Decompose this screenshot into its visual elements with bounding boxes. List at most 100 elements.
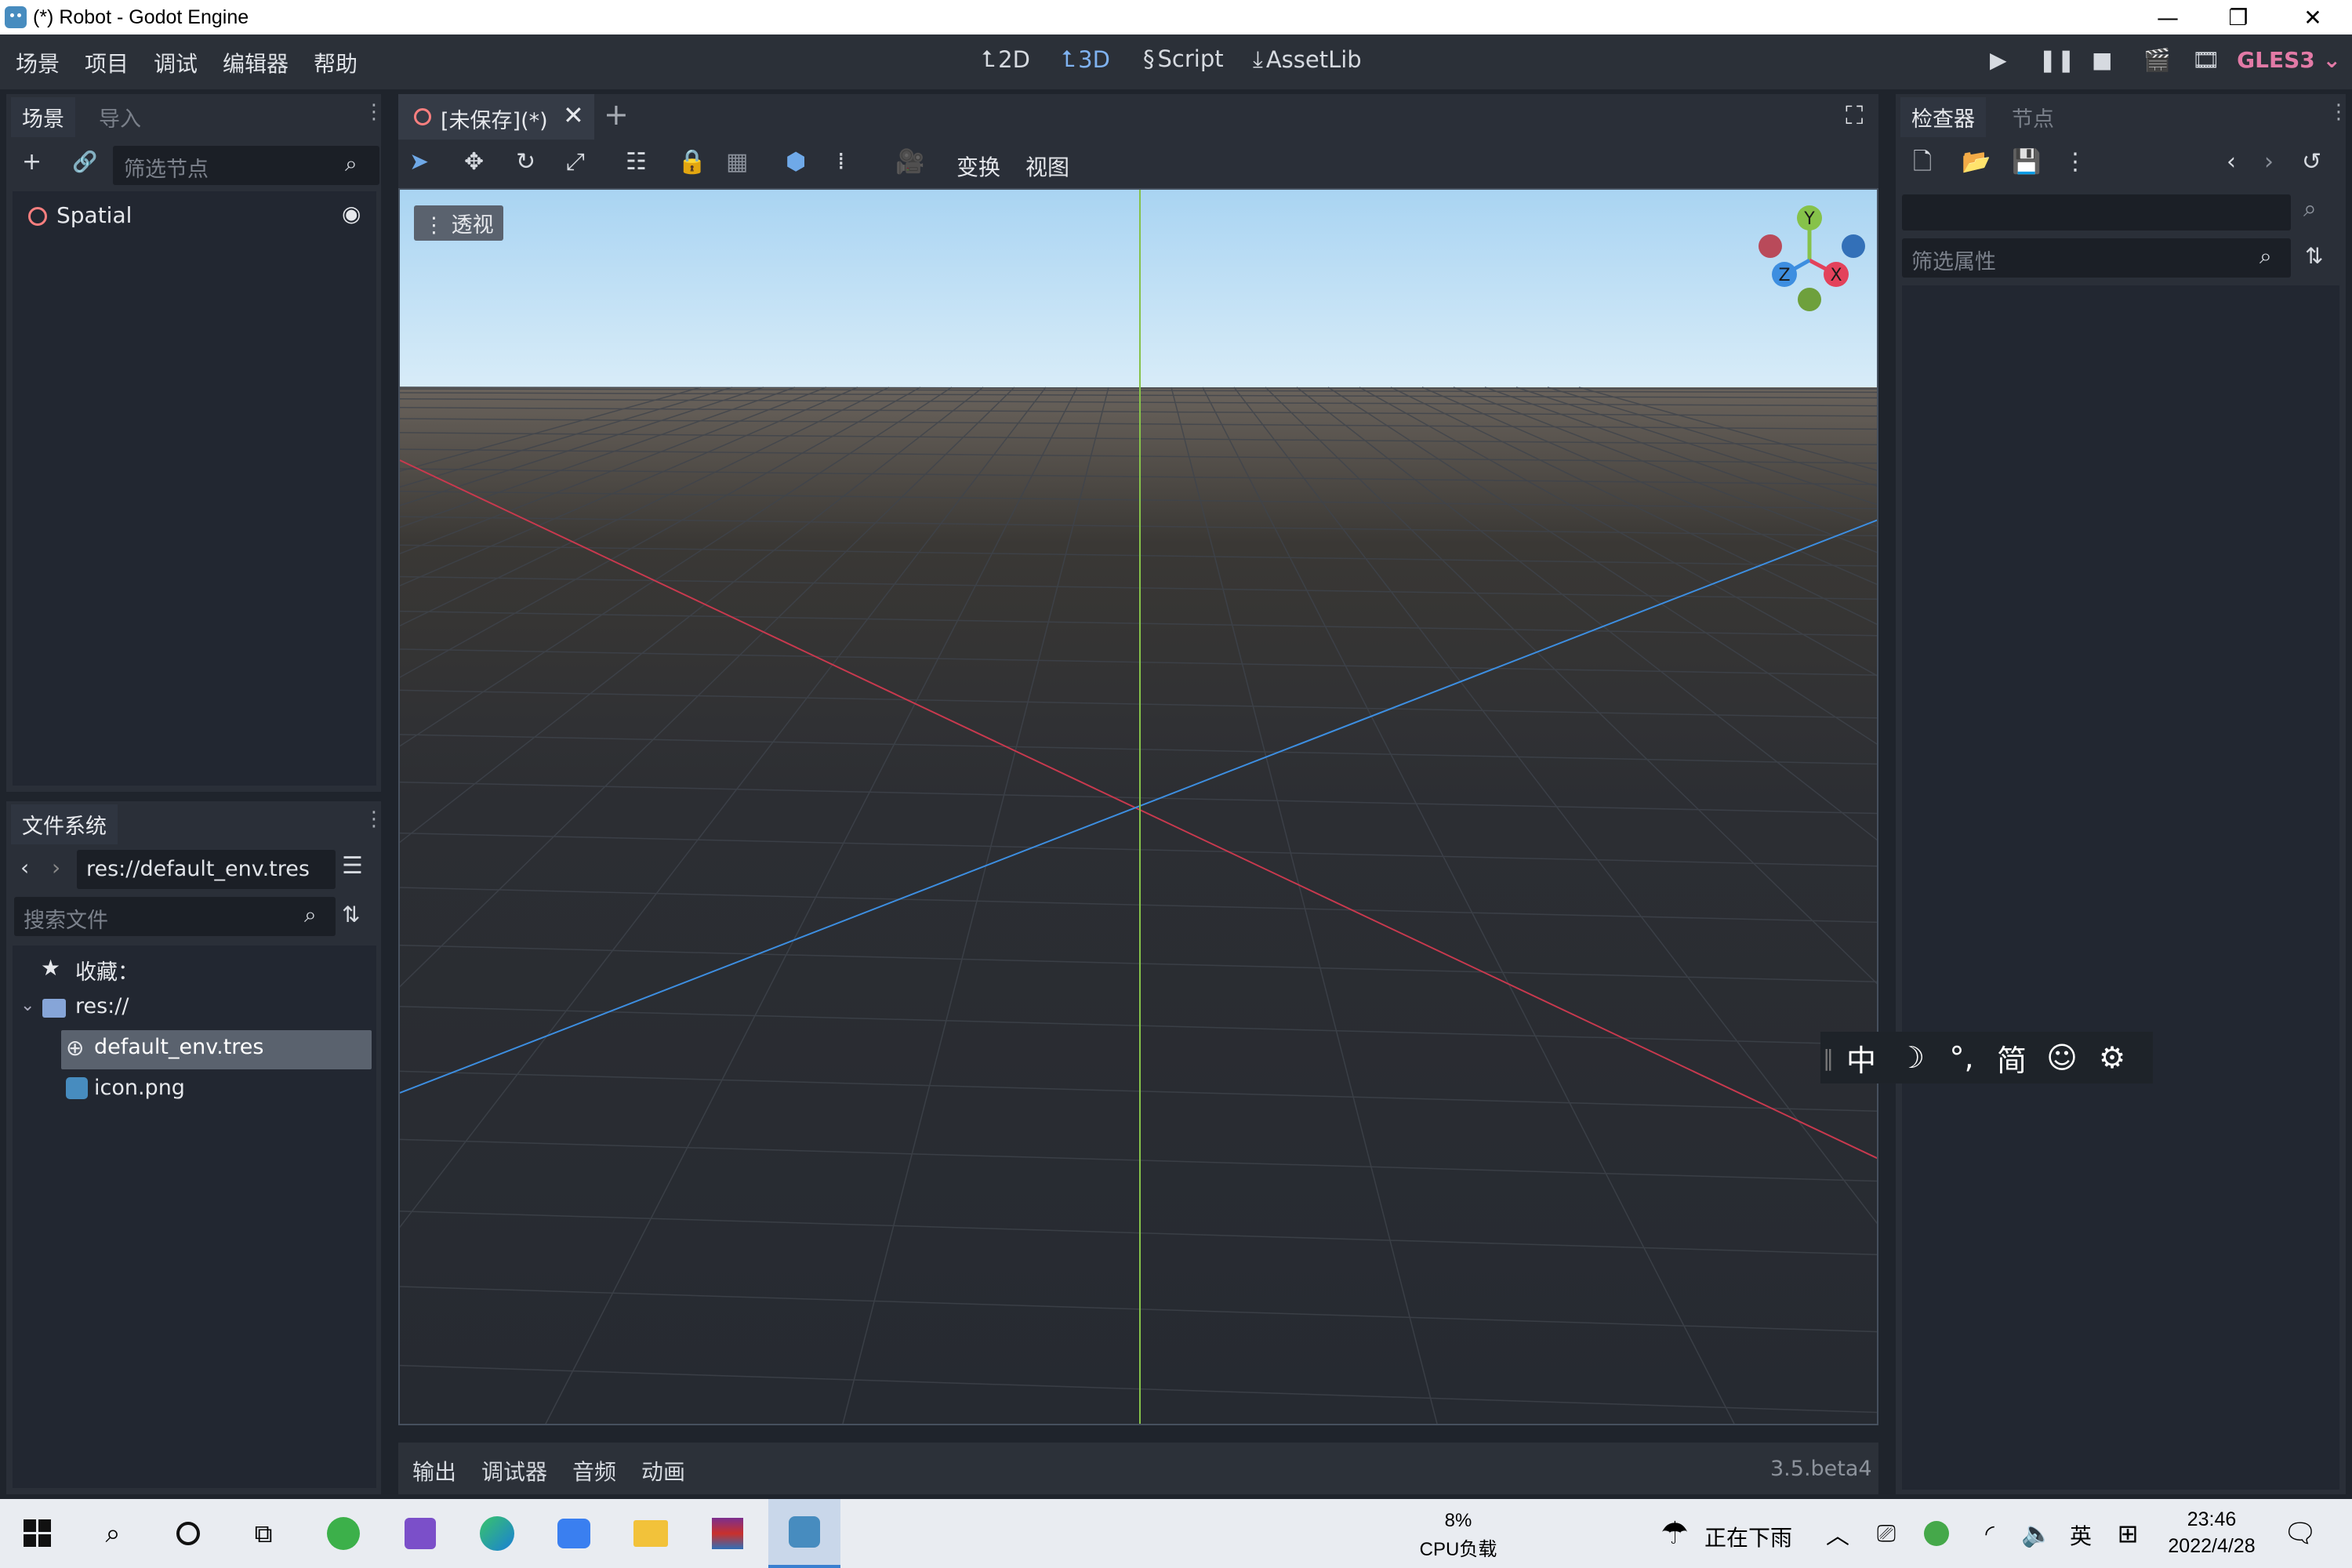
move-tool-icon[interactable]: ✥ [464, 151, 484, 174]
clock-date[interactable]: 2022/4/28 [2161, 1535, 2263, 1558]
forward-icon[interactable]: › [52, 856, 60, 880]
menu-editor[interactable]: 编辑器 [223, 47, 289, 78]
sort-icon[interactable]: ⇅ [342, 903, 360, 927]
history-back-icon[interactable]: ‹ [2227, 151, 2236, 174]
edge-icon[interactable] [477, 1513, 517, 1554]
screen-icon[interactable]: ⎚ [1866, 1513, 1907, 1554]
select-tool-icon[interactable]: ➤ [409, 151, 429, 174]
tree-folder-res[interactable]: res:// [75, 994, 129, 1018]
workspace-assetlib-button[interactable]: ⤓ AssetLib [1253, 45, 1362, 73]
menu-help[interactable]: 帮助 [314, 47, 358, 78]
play-icon[interactable]: ▶ [1990, 47, 2007, 73]
favorites-label[interactable]: 收藏： [75, 955, 139, 985]
menu-scene[interactable]: 场景 [16, 47, 60, 78]
weather-label[interactable]: 正在下雨 [1704, 1521, 1792, 1552]
filter-properties-input[interactable]: 筛选属性 ⌕ [1902, 238, 2291, 278]
filter-nodes-input[interactable]: 筛选节点 ⌕ [113, 146, 379, 185]
split-view-icon[interactable]: ☰ [342, 855, 363, 878]
ime-drag-handle[interactable]: ‖ [1820, 1045, 1836, 1071]
link-icon[interactable]: 🔗 [72, 151, 97, 174]
menu-project[interactable]: 项目 [85, 47, 129, 78]
tab-animation[interactable]: 动画 [641, 1455, 685, 1486]
scene-dock-menu-icon[interactable]: ⋮ [364, 100, 384, 124]
inspector-menu-icon[interactable]: ⋮ [2328, 100, 2349, 124]
tray-app-icon[interactable] [1916, 1513, 1957, 1554]
ime-moon-icon[interactable]: ☽ [1886, 1040, 1936, 1075]
renderer-select[interactable]: GLES3 ⌄ [2237, 47, 2341, 73]
gizmo-neg-y-icon[interactable] [1798, 288, 1821, 311]
file-explorer-icon[interactable] [630, 1513, 671, 1554]
task-view-icon[interactable]: ⧉ [243, 1513, 284, 1554]
input-language[interactable]: 英 [2070, 1519, 2092, 1551]
ime-toolbar[interactable]: ‖ 中 ☽ °, 简 ☺ ⚙ [1820, 1032, 2153, 1083]
gizmo-neg-x-icon[interactable] [1759, 234, 1782, 258]
scale-tool-icon[interactable]: ⤢ [566, 151, 585, 174]
tab-debugger[interactable]: 调试器 [481, 1455, 547, 1486]
view-menu[interactable]: 视图 [1025, 151, 1069, 182]
stop-icon[interactable]: ■ [2092, 47, 2112, 73]
windows-start-icon[interactable] [17, 1513, 58, 1554]
camera-icon[interactable]: 🎥 [895, 151, 924, 174]
gizmo-neg-z-icon[interactable] [1842, 234, 1865, 258]
group-icon[interactable]: ▦ [726, 151, 748, 174]
godot-taskbar-icon[interactable] [768, 1499, 840, 1568]
tab-audio[interactable]: 音频 [572, 1455, 616, 1486]
tab-node[interactable]: 节点 [2001, 97, 2065, 137]
close-window-button[interactable]: ✕ [2278, 0, 2348, 34]
ime-chinese-mode[interactable]: 中 [1836, 1036, 1886, 1080]
view-gizmo[interactable]: Y X Z [1748, 198, 1874, 323]
back-icon[interactable]: ‹ [20, 856, 29, 880]
close-tab-icon[interactable]: ✕ [563, 100, 584, 130]
new-resource-icon[interactable]: 🗋 [1913, 151, 1932, 174]
feishu-icon[interactable] [554, 1513, 594, 1554]
play-custom-scene-icon[interactable]: 🎞 [2192, 47, 2220, 73]
3d-viewport[interactable]: ⋮ 透视 Y X Z [398, 188, 1878, 1425]
workspace-script-button[interactable]: § Script [1143, 45, 1224, 72]
lock-icon[interactable]: 🔒 [677, 151, 706, 174]
pause-icon[interactable]: ❚❚ [2038, 47, 2075, 73]
ime-simplified-mode[interactable]: 简 [1987, 1036, 2037, 1080]
perspective-button[interactable]: ⋮ 透视 [414, 205, 503, 241]
visual-studio-icon[interactable] [400, 1513, 441, 1554]
restore-button[interactable]: ❐ [2203, 0, 2274, 34]
notification-icon[interactable]: 🗨 [2280, 1513, 2321, 1554]
search-icon[interactable]: ⌕ [93, 1513, 133, 1554]
version-label[interactable]: 3.5.beta4 [1770, 1457, 1872, 1481]
save-icon[interactable]: 💾 [2012, 151, 2041, 174]
history-icon[interactable]: ↺ [2302, 151, 2321, 174]
ime-punctuation-icon[interactable]: °, [1936, 1040, 1987, 1075]
workspace-3d-button[interactable]: ⮤ 3D [1062, 45, 1110, 73]
tab-unsaved-scene[interactable]: [未保存](*) ✕ [398, 94, 594, 140]
filesystem-menu-icon[interactable]: ⋮ [364, 808, 384, 831]
history-forward-icon[interactable]: › [2264, 151, 2274, 174]
property-options-icon[interactable]: ⇅ [2305, 245, 2323, 268]
wifi-icon[interactable]: ◜ [1969, 1513, 2010, 1554]
clock-time[interactable]: 23:46 [2161, 1508, 2263, 1531]
search-files-input[interactable]: 搜索文件 ⌕ [14, 897, 336, 936]
more-options-icon[interactable]: ⋮ [2063, 151, 2087, 174]
umbrella-weather-icon[interactable]: ☂ [1654, 1513, 1695, 1554]
volume-icon[interactable]: 🔈 [2016, 1513, 2057, 1554]
browser-360-icon[interactable] [323, 1513, 364, 1554]
distraction-free-icon[interactable]: ⛶ [1846, 100, 1863, 131]
tree-node-spatial[interactable]: Spatial [56, 202, 132, 228]
menu-debug[interactable]: 调试 [154, 47, 198, 78]
ime-settings-icon[interactable]: ⚙ [2087, 1040, 2137, 1075]
snap-icon[interactable]: ⁞ [837, 151, 845, 174]
add-node-icon[interactable]: + [22, 151, 42, 174]
cortana-icon[interactable] [168, 1513, 209, 1554]
ime-grid-icon[interactable]: ⊞ [2107, 1513, 2148, 1554]
transform-menu[interactable]: 变换 [956, 151, 1000, 182]
object-search-icon[interactable]: ⌕ [2303, 198, 2317, 221]
ime-emoji-icon[interactable]: ☺ [2037, 1040, 2087, 1075]
minimize-button[interactable]: — [2132, 0, 2203, 34]
winrar-icon[interactable] [707, 1513, 748, 1554]
object-path-field[interactable] [1902, 194, 2291, 230]
play-scene-icon[interactable]: 🎬 [2143, 47, 2171, 73]
expand-chevron-icon[interactable]: ⌄ [20, 996, 34, 1015]
file-icon-png[interactable]: icon.png [94, 1076, 185, 1100]
file-default-env[interactable]: default_env.tres [94, 1035, 263, 1059]
tab-import[interactable]: 导入 [88, 97, 152, 137]
show-hidden-icons-chevron-icon[interactable]: ︿ [1817, 1513, 1858, 1554]
tab-filesystem[interactable]: 文件系统 [11, 804, 118, 844]
